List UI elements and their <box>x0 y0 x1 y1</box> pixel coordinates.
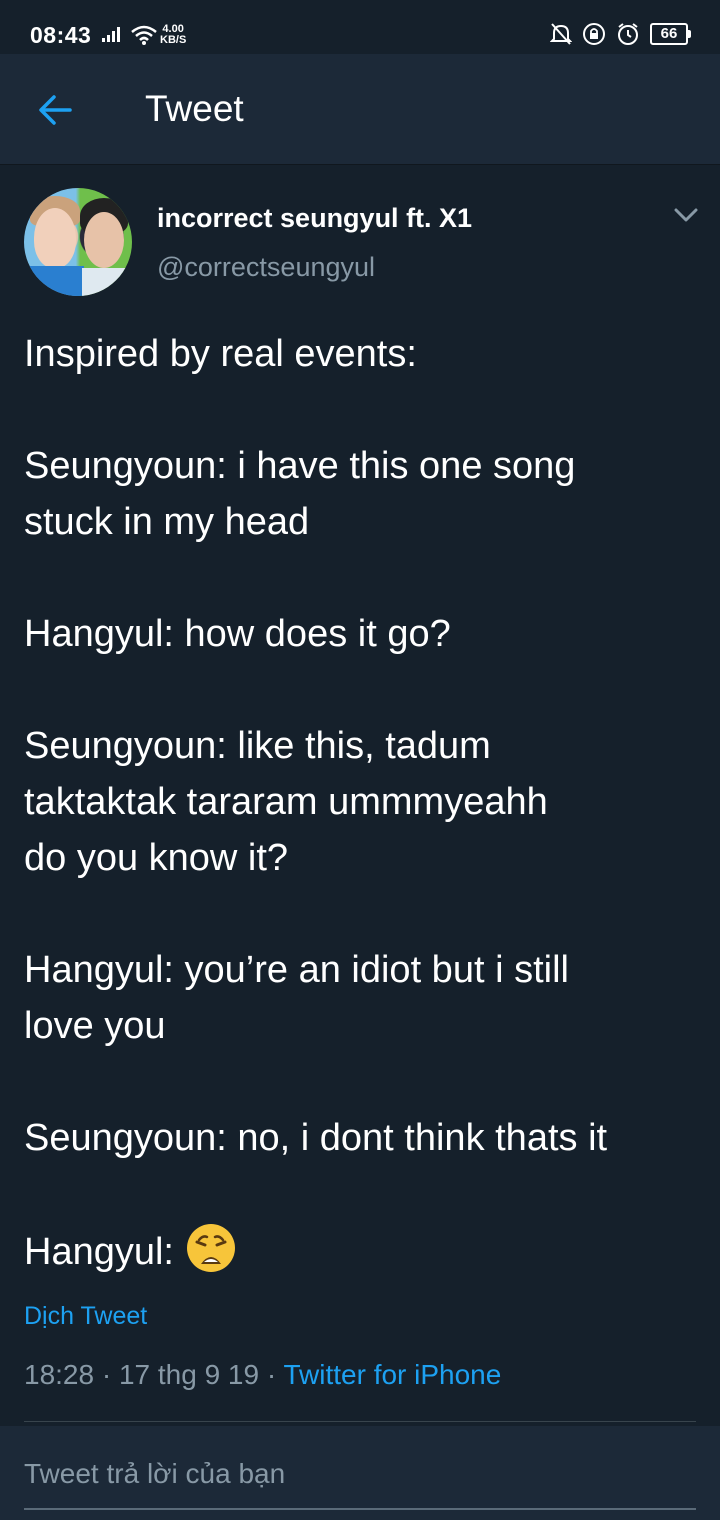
tweet-timestamp: 18:28 · 17 thg 9 19 · <box>24 1359 284 1390</box>
tweet-text: Inspired by real events: Seungyoun: i ha… <box>24 326 704 1280</box>
status-bar: 08:43 4.00 KB/S 66 <box>0 0 720 54</box>
mute-icon <box>550 23 572 45</box>
translate-tweet-link[interactable]: Dịch Tweet <box>24 1302 147 1331</box>
battery-icon: 66 <box>650 23 691 45</box>
reply-bar: Tweet trả lời của bạn <box>0 1426 720 1520</box>
tweet-line: Seungyoun: like this, tadum taktaktak ta… <box>24 725 548 879</box>
wifi-icon <box>131 25 157 45</box>
author-handle[interactable]: @correctseungyul <box>157 252 375 283</box>
signal-icon <box>102 27 120 42</box>
divider <box>24 1421 696 1422</box>
tweet-line: Hangyul: <box>24 1231 185 1273</box>
alarm-icon <box>618 23 638 45</box>
tweet-line: Seungyoun: i have this one song stuck in… <box>24 445 576 543</box>
top-app-bar: Tweet <box>0 54 720 165</box>
reply-input-underline <box>24 1508 696 1510</box>
arrow-left-icon[interactable] <box>36 90 76 130</box>
author-name[interactable]: incorrect seungyul ft. X1 <box>157 203 472 234</box>
status-time: 08:43 <box>30 22 92 48</box>
tweet-line: Inspired by real events: <box>24 333 417 375</box>
tweet-line: Seungyoun: no, i dont think thats it <box>24 1117 608 1159</box>
network-speed-unit: KB/S <box>160 34 187 46</box>
network-speed: 4.00 KB/S <box>160 24 186 46</box>
lock-rotation-icon <box>583 23 605 45</box>
chevron-down-icon[interactable] <box>674 207 698 223</box>
tweet-line: Hangyul: you’re an idiot but i still lov… <box>24 949 569 1047</box>
tweet-source-link[interactable]: Twitter for iPhone <box>283 1359 501 1390</box>
reply-input[interactable]: Tweet trả lời của bạn <box>24 1458 285 1490</box>
avatar[interactable] <box>24 188 132 296</box>
tweet-meta: 18:28 · 17 thg 9 19 · Twitter for iPhone <box>24 1359 501 1391</box>
page-title: Tweet <box>145 88 244 129</box>
weary-face-icon <box>186 1224 235 1272</box>
tweet-line: Hangyul: how does it go? <box>24 613 451 655</box>
